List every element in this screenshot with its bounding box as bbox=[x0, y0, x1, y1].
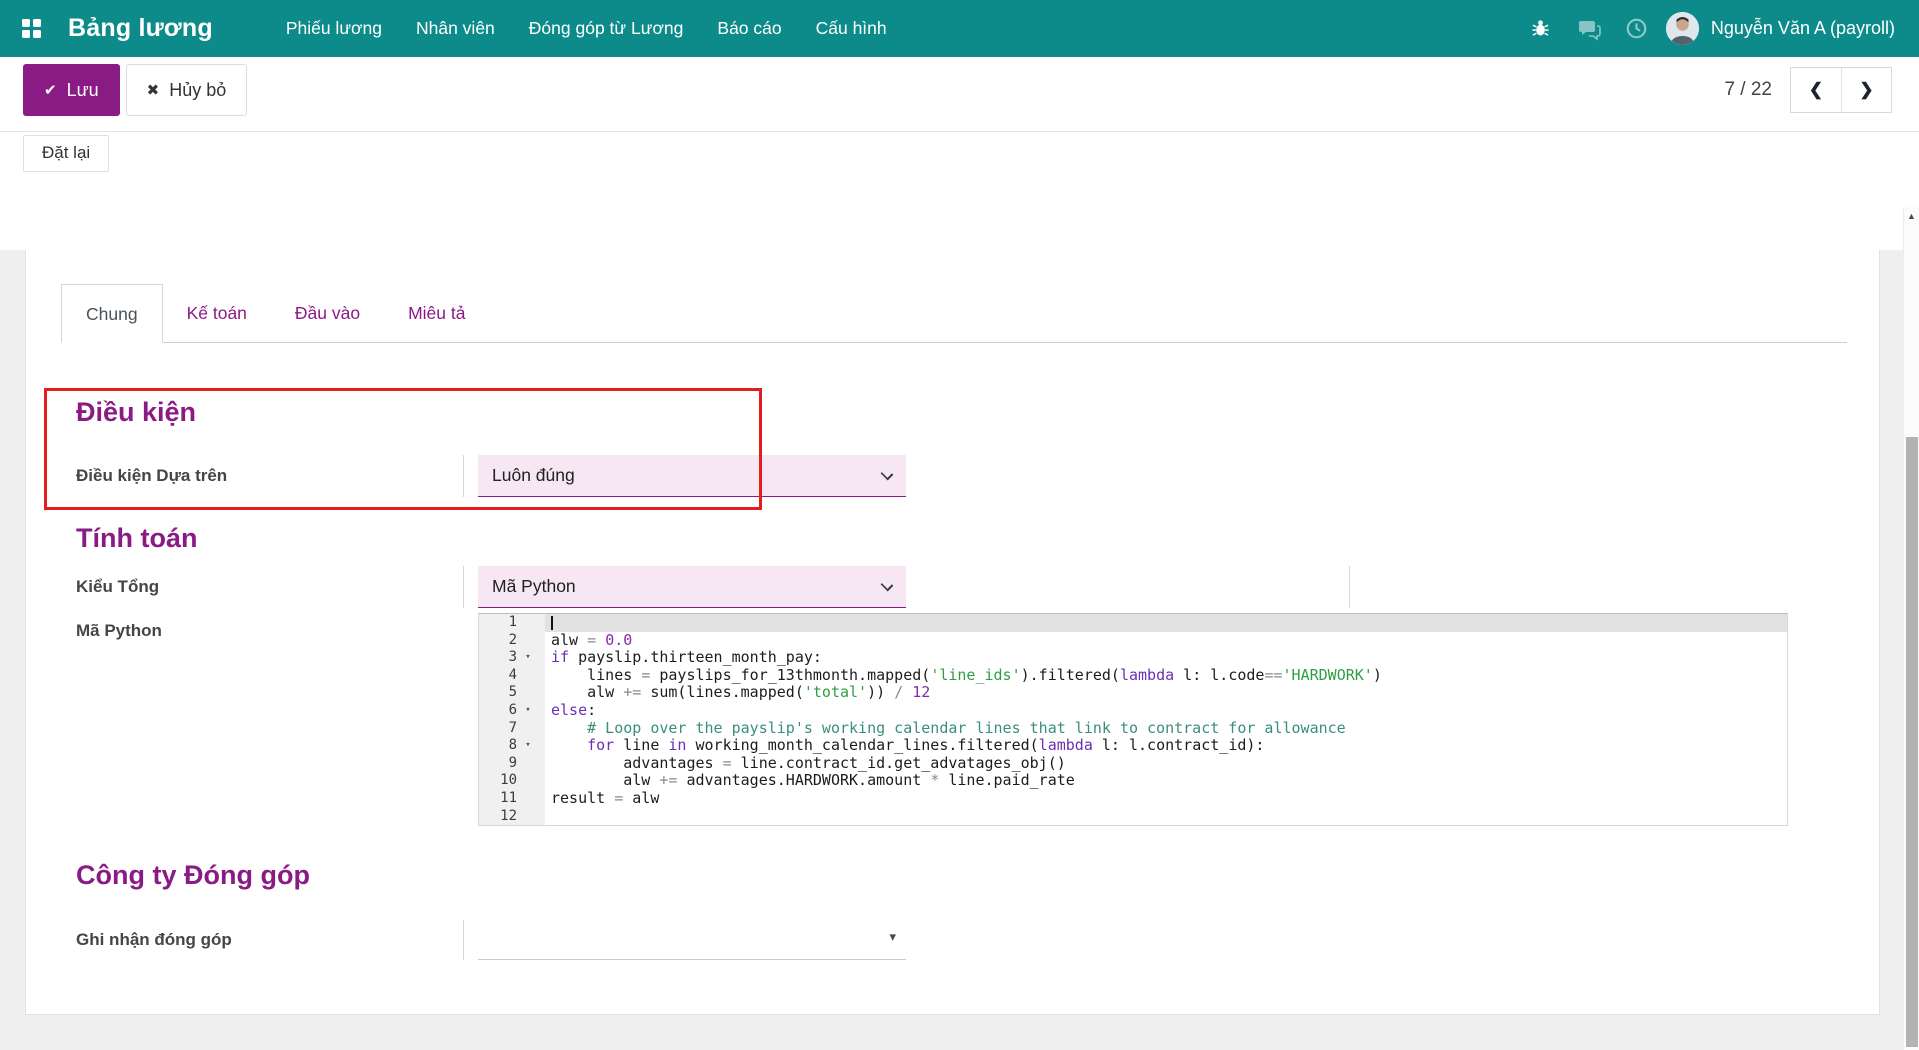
fold-arrow-icon[interactable]: ▾ bbox=[517, 702, 539, 720]
discard-button-label: Hủy bỏ bbox=[169, 79, 227, 100]
python-code-label: Mã Python bbox=[76, 621, 162, 640]
cell-divider bbox=[1349, 566, 1350, 608]
debug-bug-icon[interactable] bbox=[1522, 10, 1560, 48]
text-cursor bbox=[551, 615, 553, 630]
vertical-scrollbar[interactable]: ▲ bbox=[1903, 207, 1919, 1050]
app-title[interactable]: Bảng lương bbox=[68, 14, 213, 43]
pager-buttons: ❮ ❯ bbox=[1790, 67, 1892, 113]
code-line-6[interactable]: 6 ▾ else: bbox=[479, 701, 1787, 720]
code-line-11[interactable]: 11 result = alw bbox=[479, 789, 1787, 808]
amount-type-value: Mã Python bbox=[492, 576, 576, 596]
form-content: Điều kiện Điều kiện Dựa trên Luôn đúng T… bbox=[26, 392, 1879, 961]
field-row-condition: Điều kiện Dựa trên Luôn đúng bbox=[76, 455, 1879, 497]
fold-arrow-icon[interactable]: ▾ bbox=[517, 649, 539, 667]
fold-arrow-icon[interactable]: ▾ bbox=[517, 737, 539, 755]
top-navbar: Bảng lương Phiếu lương Nhân viên Đóng góp … bbox=[0, 0, 1919, 57]
amount-type-select[interactable]: Mã Python bbox=[478, 566, 906, 608]
tab-kế-toán[interactable]: Kế toán bbox=[163, 284, 271, 343]
dropdown-caret-icon: ▾ bbox=[889, 929, 896, 945]
python-code-editor[interactable]: 1 2 alw = 0.0 3 ▾ if payslip.thirteen_month_p… bbox=[478, 613, 1788, 827]
field-row-contribution: Ghi nhận đóng góp ▾ bbox=[76, 920, 1879, 961]
contribution-register-label: Ghi nhận đóng góp bbox=[76, 920, 464, 961]
section-title-condition: Điều kiện bbox=[76, 397, 197, 427]
navbar-menu: Phiếu lương Nhân viên Đóng góp từ Lương Báo… bbox=[273, 0, 900, 57]
field-row-amount-type: Kiểu Tổng Mã Python bbox=[76, 566, 1879, 608]
nav-item-4[interactable]: Cấu hình bbox=[803, 0, 900, 57]
nav-item-3[interactable]: Báo cáo bbox=[704, 0, 794, 57]
close-icon: ✖ bbox=[146, 82, 160, 99]
pager-previous-button[interactable]: ❮ bbox=[1791, 68, 1841, 112]
discard-button[interactable]: ✖ Hủy bỏ bbox=[125, 64, 248, 116]
code-line-5[interactable]: 5 alw += sum(lines.mapped('total')) / 12 bbox=[479, 684, 1787, 702]
secondary-toolbar: Đặt lại bbox=[0, 131, 1919, 174]
notebook-tabs: Chung Kế toán Đầu vào Miêu tả bbox=[61, 283, 1847, 343]
user-menu[interactable]: Nguyễn Văn A (payroll) bbox=[1711, 18, 1895, 39]
control-panel-buttons: ✔ Lưu ✖ Hủy bỏ 7 / 22 ❮ ❯ bbox=[0, 64, 1919, 116]
pager-next-button[interactable]: ❯ bbox=[1841, 68, 1891, 112]
navbar-right: Nguyễn Văn A (payroll) bbox=[1522, 10, 1919, 48]
code-line-10[interactable]: 10 alw += advantages.HARDWORK.amount * l… bbox=[479, 772, 1787, 790]
code-line-7[interactable]: 7 # Loop over the payslip's working cale… bbox=[479, 719, 1787, 738]
form-sheet: Chung Kế toán Đầu vào Miêu tả Điều kiện Điề… bbox=[25, 250, 1880, 1015]
code-line-2[interactable]: 2 alw = 0.0 bbox=[479, 631, 1787, 650]
code-line-1[interactable]: 1 bbox=[479, 614, 1787, 632]
condition-based-on-value: Luôn đúng bbox=[492, 465, 575, 485]
code-line-4[interactable]: 4 lines = payslips_for_13thmonth.mapped(… bbox=[479, 666, 1787, 685]
activities-clock-icon[interactable] bbox=[1618, 10, 1656, 48]
condition-based-on-label: Điều kiện Dựa trên bbox=[76, 455, 464, 497]
apps-menu-icon[interactable] bbox=[22, 18, 42, 39]
code-line-12[interactable]: 12 bbox=[479, 807, 1787, 826]
nav-item-1[interactable]: Nhân viên bbox=[403, 0, 508, 57]
odoo-payroll-window: Bảng lương Phiếu lương Nhân viên Đóng góp … bbox=[0, 0, 1919, 1050]
tab-chung[interactable]: Chung bbox=[61, 284, 163, 343]
contribution-register-input[interactable]: ▾ bbox=[478, 920, 906, 961]
amount-type-label: Kiểu Tổng bbox=[76, 566, 464, 608]
chevron-down-icon bbox=[880, 467, 894, 481]
tab-đầu-vào[interactable]: Đầu vào bbox=[271, 284, 384, 343]
content-area: Chung Kế toán Đầu vào Miêu tả Điều kiện Điề… bbox=[0, 250, 1919, 1050]
check-icon: ✔ bbox=[44, 82, 57, 99]
section-title-computation: Tính toán bbox=[76, 523, 198, 553]
record-pager: 7 / 22 ❮ ❯ bbox=[1724, 67, 1892, 113]
field-row-python-code: Mã Python 1 2 alw = 0.0 3 ▾ if payslip.thirte… bbox=[76, 613, 1879, 827]
pager-value[interactable]: 7 / 22 bbox=[1724, 79, 1772, 101]
save-button[interactable]: ✔ Lưu bbox=[23, 64, 120, 116]
reset-button[interactable]: Đặt lại bbox=[23, 134, 110, 172]
messages-icon[interactable] bbox=[1570, 10, 1608, 48]
chevron-down-icon bbox=[880, 578, 894, 592]
code-line-8[interactable]: 8 ▾ for line in working_month_calendar_li… bbox=[479, 736, 1787, 755]
user-avatar[interactable] bbox=[1665, 12, 1699, 45]
condition-based-on-select[interactable]: Luôn đúng bbox=[478, 455, 906, 497]
save-button-label: Lưu bbox=[66, 79, 99, 100]
code-line-3[interactable]: 3 ▾ if payslip.thirteen_month_pay: bbox=[479, 648, 1787, 667]
scroll-up-icon[interactable]: ▲ bbox=[1904, 207, 1919, 225]
nav-item-2[interactable]: Đóng góp từ Lương bbox=[516, 0, 697, 57]
code-lines: 1 2 alw = 0.0 3 ▾ if payslip.thirteen_month_p… bbox=[479, 614, 1787, 826]
section-title-contribution: Công ty Đóng góp bbox=[76, 860, 310, 891]
nav-item-0[interactable]: Phiếu lương bbox=[273, 0, 395, 57]
code-line-9[interactable]: 9 advantages = line.contract_id.get_adva… bbox=[479, 754, 1787, 773]
tab-miêu-tả[interactable]: Miêu tả bbox=[384, 284, 489, 343]
scrollbar-thumb[interactable] bbox=[1906, 437, 1918, 1047]
